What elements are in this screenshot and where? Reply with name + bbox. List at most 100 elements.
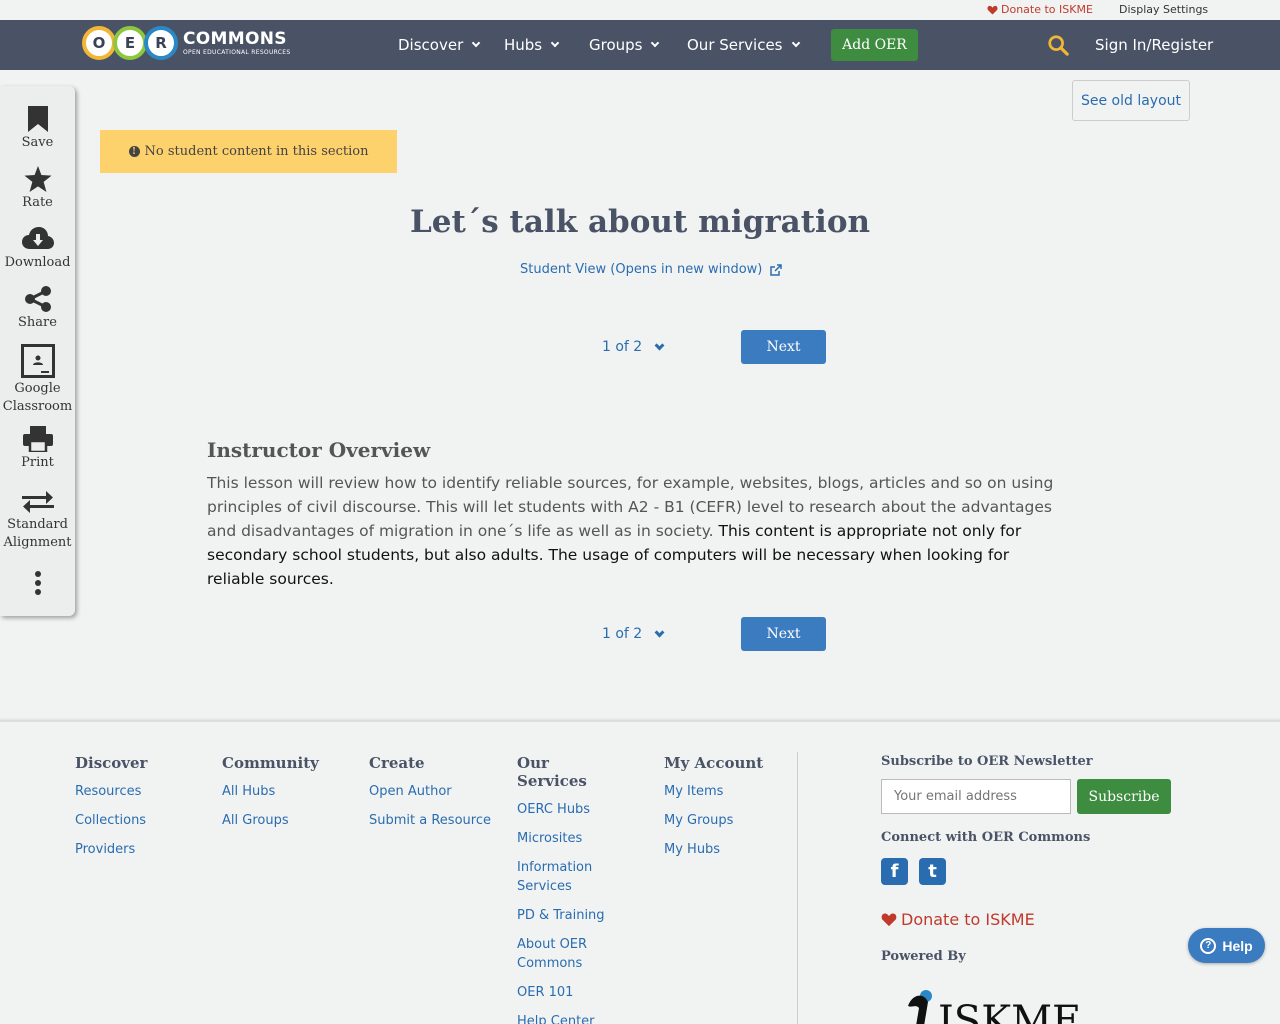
add-oer-button[interactable]: Add OER: [831, 29, 918, 61]
share-button[interactable]: Share: [0, 286, 75, 332]
footer-link-my-hubs[interactable]: My Hubs: [664, 840, 763, 859]
footer-link-microsites[interactable]: Microsites: [517, 829, 617, 848]
nav-discover[interactable]: Discover: [398, 36, 481, 54]
footer-heading: Our Services: [517, 754, 587, 790]
question-circle-icon: ?: [1200, 937, 1217, 954]
instructor-overview-heading: Instructor Overview: [207, 438, 431, 462]
logo-wordmark: COMMONS OPEN EDUCATIONAL RESOURCES: [183, 30, 291, 56]
iskme-logo[interactable]: ISKME: [886, 986, 1096, 1024]
newsletter-email-input[interactable]: [881, 779, 1071, 814]
save-label: Save: [21, 135, 54, 150]
resource-toolbar: Save Rate Download Share Google Classroo…: [0, 86, 75, 616]
nav-groups-label: Groups: [589, 36, 643, 54]
footer-heading: My Account: [664, 754, 764, 772]
logo-letter-e: E: [113, 26, 147, 60]
footer-heading: Create: [369, 754, 425, 772]
star-icon: [23, 166, 52, 192]
more-options-button[interactable]: [0, 570, 75, 598]
iskme-logo-graphic: ISKME: [908, 990, 1081, 1024]
instructor-overview-text: This lesson will review how to identify …: [207, 471, 1057, 591]
footer-heading: Community: [222, 754, 319, 772]
footer-link-open-author[interactable]: Open Author: [369, 782, 491, 801]
twitter-icon[interactable]: t: [919, 858, 946, 885]
footer-link-all-hubs[interactable]: All Hubs: [222, 782, 319, 801]
help-button[interactable]: ? Help: [1188, 928, 1265, 963]
facebook-icon[interactable]: f: [881, 858, 908, 885]
footer-col-my-account: My Account My Items My Groups My Hubs: [664, 754, 763, 869]
page-selector-top[interactable]: 1 of 2: [602, 339, 665, 355]
footer-link-oerc-hubs[interactable]: OERC Hubs: [517, 800, 617, 819]
footer-link-help-center[interactable]: Help Center: [517, 1012, 617, 1024]
page-indicator: 1 of 2: [602, 339, 643, 355]
help-label: Help: [1222, 937, 1253, 954]
footer-link-my-items[interactable]: My Items: [664, 782, 763, 801]
subscribe-button[interactable]: Subscribe: [1077, 779, 1171, 814]
share-label: Share: [18, 315, 57, 330]
google-classroom-label: Google Classroom: [2, 381, 73, 414]
google-classroom-icon: [20, 344, 55, 378]
main-navbar: O E R COMMONS OPEN EDUCATIONAL RESOURCES…: [0, 20, 1280, 70]
chevron-down-icon: [654, 340, 665, 350]
next-button-top[interactable]: Next: [741, 330, 826, 364]
more-vertical-icon: [34, 571, 41, 595]
utility-bar: Donate to ISKME Display Settings: [0, 0, 1280, 20]
standard-alignment-button[interactable]: Standard Alignment: [0, 490, 75, 552]
heart-icon: [987, 5, 998, 15]
chevron-down-icon: [791, 38, 800, 48]
notice-text: No student content in this section: [144, 144, 369, 159]
footer-link-submit-resource[interactable]: Submit a Resource: [369, 811, 491, 830]
donate-link[interactable]: Donate to ISKME: [987, 3, 1093, 16]
logo-letter-r: R: [144, 26, 178, 60]
footer-col-create: Create Open Author Submit a Resource: [369, 754, 491, 840]
nav-our-services-label: Our Services: [687, 36, 783, 54]
footer-link-information-services[interactable]: Information Services: [517, 858, 617, 896]
exchange-icon: [21, 491, 54, 513]
chevron-down-icon: [471, 38, 481, 48]
sign-in-register-link[interactable]: Sign In/Register: [1095, 36, 1213, 54]
print-icon: [22, 426, 53, 452]
bookmark-icon: [27, 106, 48, 132]
footer-link-resources[interactable]: Resources: [75, 782, 147, 801]
save-button[interactable]: Save: [0, 106, 75, 152]
footer-link-about-oer-commons[interactable]: About OER Commons: [517, 935, 617, 973]
page-selector-bottom[interactable]: 1 of 2: [602, 626, 665, 642]
page-indicator: 1 of 2: [602, 626, 643, 642]
footer-link-providers[interactable]: Providers: [75, 840, 147, 859]
footer-divider: [797, 752, 798, 1024]
page-title: Let´s talk about migration: [409, 204, 871, 240]
nav-groups[interactable]: Groups: [589, 36, 660, 54]
next-button-bottom[interactable]: Next: [741, 617, 826, 651]
chevron-down-icon: [654, 627, 665, 637]
donate-label: Donate to ISKME: [1001, 3, 1093, 16]
footer-link-oer-101[interactable]: OER 101: [517, 983, 617, 1002]
site-footer: Discover Resources Collections Providers…: [0, 720, 1280, 1024]
footer-link-pd-training[interactable]: PD & Training: [517, 906, 617, 925]
footer-link-collections[interactable]: Collections: [75, 811, 147, 830]
google-classroom-button[interactable]: Google Classroom: [0, 344, 75, 416]
chevron-down-icon: [550, 38, 560, 48]
student-view-link[interactable]: Student View (Opens in new window): [520, 262, 783, 277]
iskme-logo-text: ISKME: [938, 998, 1081, 1024]
footer-link-my-groups[interactable]: My Groups: [664, 811, 763, 830]
footer-link-all-groups[interactable]: All Groups: [222, 811, 319, 830]
heart-icon: [881, 913, 897, 927]
connect-title: Connect with OER Commons: [881, 830, 1091, 845]
student-view-label: Student View (Opens in new window): [520, 262, 763, 277]
oer-commons-logo[interactable]: O E R COMMONS OPEN EDUCATIONAL RESOURCES: [82, 26, 291, 60]
footer-col-community: Community All Hubs All Groups: [222, 754, 319, 840]
nav-hubs[interactable]: Hubs: [504, 36, 560, 54]
footer-donate-link[interactable]: Donate to ISKME: [881, 910, 1035, 929]
see-old-layout-button[interactable]: See old layout: [1072, 80, 1190, 121]
powered-by-label: Powered By: [881, 949, 966, 964]
print-button[interactable]: Print: [0, 426, 75, 472]
footer-col-our-services: Our Services OERC Hubs Microsites Inform…: [517, 754, 617, 1024]
footer-heading: Discover: [75, 754, 148, 772]
print-label: Print: [21, 455, 54, 470]
external-link-icon: [770, 263, 783, 276]
display-settings-link[interactable]: Display Settings: [1119, 3, 1208, 16]
standard-alignment-label: Standard Alignment: [3, 517, 72, 550]
search-icon[interactable]: [1047, 34, 1069, 56]
newsletter-title: Subscribe to OER Newsletter: [881, 754, 1093, 769]
nav-our-services[interactable]: Our Services: [687, 36, 800, 54]
chevron-down-icon: [651, 38, 660, 48]
